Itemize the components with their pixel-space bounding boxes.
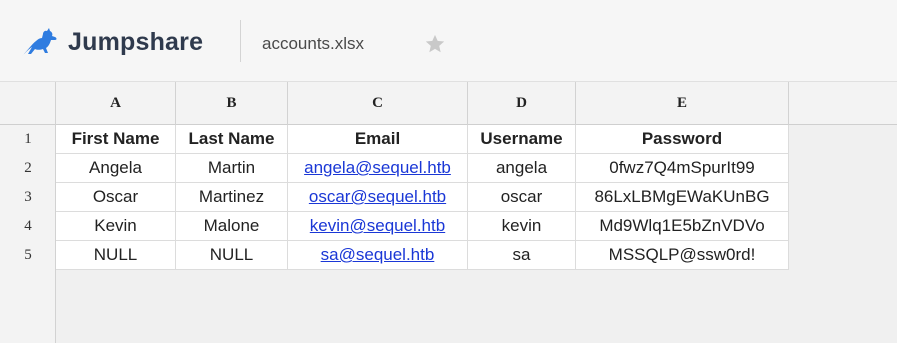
cell-first-name[interactable]: Angela bbox=[56, 154, 176, 183]
row-number[interactable]: 3 bbox=[0, 183, 56, 212]
cell-first-name[interactable]: Kevin bbox=[56, 212, 176, 241]
row-number[interactable]: 2 bbox=[0, 154, 56, 183]
header-last-name[interactable]: Last Name bbox=[176, 125, 288, 154]
cell-password[interactable]: MSSQLP@ssw0rd! bbox=[576, 241, 789, 270]
column-header-row: A B C D E bbox=[0, 82, 897, 125]
cell-username[interactable]: sa bbox=[468, 241, 576, 270]
cell-last-name[interactable]: NULL bbox=[176, 241, 288, 270]
email-link[interactable]: sa@sequel.htb bbox=[321, 245, 435, 265]
column-header-e[interactable]: E bbox=[576, 82, 789, 125]
header-username[interactable]: Username bbox=[468, 125, 576, 154]
email-link[interactable]: oscar@sequel.htb bbox=[309, 187, 446, 207]
column-header-b[interactable]: B bbox=[176, 82, 288, 125]
cell-username[interactable]: kevin bbox=[468, 212, 576, 241]
row-number[interactable]: 1 bbox=[0, 125, 56, 154]
email-link[interactable]: angela@sequel.htb bbox=[304, 158, 451, 178]
cell-last-name[interactable]: Martinez bbox=[176, 183, 288, 212]
cell-last-name[interactable]: Malone bbox=[176, 212, 288, 241]
header-first-name[interactable]: First Name bbox=[56, 125, 176, 154]
cell-first-name[interactable]: Oscar bbox=[56, 183, 176, 212]
cell-username[interactable]: angela bbox=[468, 154, 576, 183]
cell-email[interactable]: oscar@sequel.htb bbox=[288, 183, 468, 212]
top-bar: Jumpshare accounts.xlsx bbox=[0, 0, 897, 82]
header-divider bbox=[240, 20, 241, 62]
cell-email[interactable]: sa@sequel.htb bbox=[288, 241, 468, 270]
cell-email[interactable]: angela@sequel.htb bbox=[288, 154, 468, 183]
star-icon[interactable] bbox=[424, 33, 446, 55]
spreadsheet: A B C D E 1 2 3 4 5 First Name Last Name… bbox=[0, 82, 897, 343]
column-header-c[interactable]: C bbox=[288, 82, 468, 125]
kangaroo-logo-icon bbox=[20, 26, 60, 58]
header-password[interactable]: Password bbox=[576, 125, 789, 154]
column-header-d[interactable]: D bbox=[468, 82, 576, 125]
header-email[interactable]: Email bbox=[288, 125, 468, 154]
cell-password[interactable]: 86LxLBMgEWaKUnBG bbox=[576, 183, 789, 212]
brand[interactable]: Jumpshare bbox=[20, 24, 203, 60]
cell-last-name[interactable]: Martin bbox=[176, 154, 288, 183]
email-link[interactable]: kevin@sequel.htb bbox=[310, 216, 445, 236]
corner-cell[interactable] bbox=[0, 82, 56, 125]
brand-name: Jumpshare bbox=[68, 27, 204, 56]
row-number[interactable]: 5 bbox=[0, 241, 56, 270]
file-name: accounts.xlsx bbox=[262, 34, 365, 53]
cell-password[interactable]: 0fwz7Q4mSpurIt99 bbox=[576, 154, 789, 183]
cell-username[interactable]: oscar bbox=[468, 183, 576, 212]
cell-password[interactable]: Md9Wlq1E5bZnVDVo bbox=[576, 212, 789, 241]
cell-first-name[interactable]: NULL bbox=[56, 241, 176, 270]
row-header-column: 1 2 3 4 5 bbox=[0, 125, 56, 343]
row-number[interactable]: 4 bbox=[0, 212, 56, 241]
column-header-a[interactable]: A bbox=[56, 82, 176, 125]
cell-email[interactable]: kevin@sequel.htb bbox=[288, 212, 468, 241]
